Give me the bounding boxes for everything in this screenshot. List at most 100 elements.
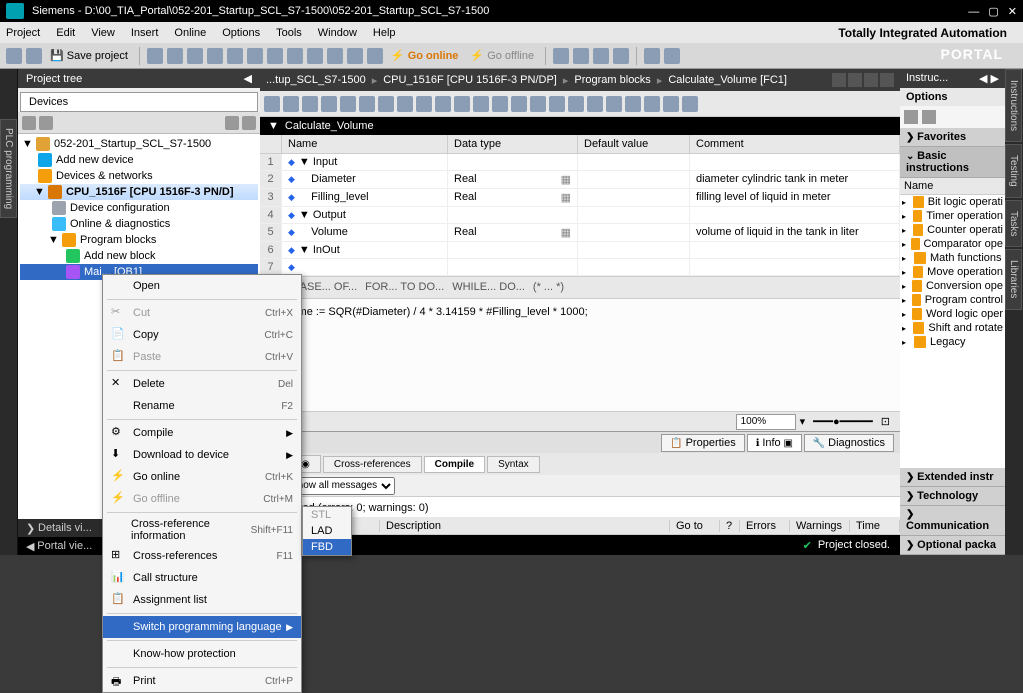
tree-device-config[interactable]: Device configuration [20, 200, 258, 216]
et-icon[interactable] [283, 96, 299, 112]
et-icon[interactable] [416, 96, 432, 112]
instruction-folder[interactable]: ▸Legacy [900, 335, 1005, 349]
tab-info[interactable]: ℹ Info ▣ [747, 434, 802, 452]
redo-icon[interactable] [247, 48, 263, 64]
cm-print[interactable]: 🖶PrintCtrl+P [103, 670, 301, 692]
snippet-comment[interactable]: (* ... *) [533, 282, 564, 293]
tb-icon-4[interactable] [327, 48, 343, 64]
menu-options[interactable]: Options [222, 27, 260, 39]
tb-icon-7[interactable] [553, 48, 569, 64]
tb-icon-3[interactable] [307, 48, 323, 64]
save-project-button[interactable]: 💾 Save project [50, 49, 128, 62]
tb-icon-12[interactable] [664, 48, 680, 64]
cut-icon[interactable] [147, 48, 163, 64]
instruction-folder[interactable]: ▸Math functions [900, 251, 1005, 265]
menu-edit[interactable]: Edit [56, 27, 75, 39]
favorites-header[interactable]: ❯ Favorites [900, 128, 1005, 147]
ctab-compile[interactable]: Compile [424, 456, 485, 473]
tree-devices-networks[interactable]: Devices & networks [20, 168, 258, 184]
cm-copy[interactable]: 📄CopyCtrl+C [103, 324, 301, 346]
et-icon[interactable] [549, 96, 565, 112]
communication-header[interactable]: ❯ Communication [900, 506, 1005, 536]
instruction-folder[interactable]: ▸Program control [900, 293, 1005, 307]
code-editor[interactable]: #Volume := SQR(#Diameter) / 4 * 3.14159 … [260, 299, 900, 411]
col-comment[interactable]: Comment [690, 135, 900, 153]
rtab-instructions[interactable]: Instructions [1005, 69, 1022, 142]
zoom-fit-icon[interactable]: ⊡ [881, 415, 890, 428]
cm-go-online[interactable]: ⚡Go onlineCtrl+K [103, 466, 301, 488]
interface-row[interactable]: 1◆▼ Input [260, 154, 900, 171]
tree-online-diag[interactable]: Online & diagnostics [20, 216, 258, 232]
tb-icon-9[interactable] [593, 48, 609, 64]
et-icon[interactable] [454, 96, 470, 112]
plc-programming-tab[interactable]: PLC programming [0, 119, 17, 218]
pt-icon-2[interactable] [39, 116, 53, 130]
mcol-q[interactable]: ? [720, 520, 740, 532]
tree-add-block[interactable]: Add new block [20, 248, 258, 264]
et-icon[interactable] [435, 96, 451, 112]
interface-row[interactable]: 5◆ VolumeReal▦volume of liquid in the ta… [260, 224, 900, 242]
et-icon[interactable] [644, 96, 660, 112]
menu-help[interactable]: Help [373, 27, 396, 39]
cm-cri[interactable]: Cross-reference informationShift+F11 [103, 515, 301, 545]
editor-win-icon-2[interactable] [848, 73, 862, 87]
interface-row[interactable]: 4◆▼ Output [260, 207, 900, 224]
zoom-input[interactable] [736, 414, 796, 430]
et-icon[interactable] [340, 96, 356, 112]
et-icon[interactable] [682, 96, 698, 112]
cm-cross-references[interactable]: ⊞Cross-referencesF11 [103, 545, 301, 567]
crumb-1[interactable]: ...tup_SCL_S7-1500 [266, 74, 366, 86]
paste-icon[interactable] [187, 48, 203, 64]
rtab-testing[interactable]: Testing [1005, 144, 1022, 198]
mcol-time[interactable]: Time [850, 520, 900, 532]
cm-download[interactable]: ⬇Download to device▶ [103, 444, 301, 466]
minimize-button[interactable]: — [968, 6, 979, 18]
et-icon[interactable] [264, 96, 280, 112]
extended-instr-header[interactable]: ❯ Extended instr [900, 468, 1005, 487]
cm-rename[interactable]: RenameF2 [103, 395, 301, 417]
instruction-folder[interactable]: ▸Shift and rotate [900, 321, 1005, 335]
cm-switch-lang[interactable]: Switch programming language▶ [103, 616, 301, 638]
undo-icon[interactable] [227, 48, 243, 64]
et-icon[interactable] [663, 96, 679, 112]
collapse-icon[interactable]: ◀ [244, 72, 252, 85]
go-online-button[interactable]: ⚡ Go online [391, 49, 459, 62]
instruction-folder[interactable]: ▸Conversion ope [900, 279, 1005, 293]
crumb-4[interactable]: Calculate_Volume [FC1] [668, 74, 787, 86]
optional-packages-header[interactable]: ❯ Optional packa [900, 536, 1005, 555]
copy-icon[interactable] [167, 48, 183, 64]
mcol-desc[interactable]: Description [380, 520, 670, 532]
go-offline-button[interactable]: ⚡ Go offline [470, 49, 534, 62]
cm-paste[interactable]: 📋PasteCtrl+V [103, 346, 301, 368]
tree-root[interactable]: ▼052-201_Startup_SCL_S7-1500 [20, 136, 258, 152]
cm-open[interactable]: Open [103, 275, 301, 297]
tab-diagnostics[interactable]: 🔧 Diagnostics [804, 434, 894, 452]
sm-lad[interactable]: LAD [303, 523, 351, 539]
menu-project[interactable]: Project [6, 27, 40, 39]
instruction-folder[interactable]: ▸Counter operati [900, 223, 1005, 237]
interface-row[interactable]: 7◆ [260, 259, 900, 276]
pt-icon-4[interactable] [242, 116, 256, 130]
et-icon[interactable] [530, 96, 546, 112]
cm-delete[interactable]: ✕DeleteDel [103, 373, 301, 395]
et-icon[interactable] [587, 96, 603, 112]
editor-win-icon-3[interactable] [864, 73, 878, 87]
instruction-folder[interactable]: ▸Word logic oper [900, 307, 1005, 321]
et-icon[interactable] [397, 96, 413, 112]
instruction-folder[interactable]: ▸Move operation [900, 265, 1005, 279]
tree-program-blocks[interactable]: ▼Program blocks [20, 232, 258, 248]
interface-row[interactable]: 6◆▼ InOut [260, 242, 900, 259]
tab-properties[interactable]: 📋 Properties [661, 434, 744, 452]
new-project-icon[interactable] [6, 48, 22, 64]
mcol-errors[interactable]: Errors [740, 520, 790, 532]
et-icon[interactable] [321, 96, 337, 112]
instruction-folder[interactable]: ▸Bit logic operati [900, 195, 1005, 209]
interface-row[interactable]: 2◆ DiameterReal▦diameter cylindric tank … [260, 171, 900, 189]
tree-cpu[interactable]: ▼CPU_1516F [CPU 1516F-3 PN/D] [20, 184, 258, 200]
ctab-syntax[interactable]: Syntax [487, 456, 540, 473]
et-icon[interactable] [625, 96, 641, 112]
menu-tools[interactable]: Tools [276, 27, 302, 39]
cm-assignment-list[interactable]: 📋Assignment list [103, 589, 301, 611]
instruction-folder[interactable]: ▸Timer operation [900, 209, 1005, 223]
pt-icon-1[interactable] [22, 116, 36, 130]
